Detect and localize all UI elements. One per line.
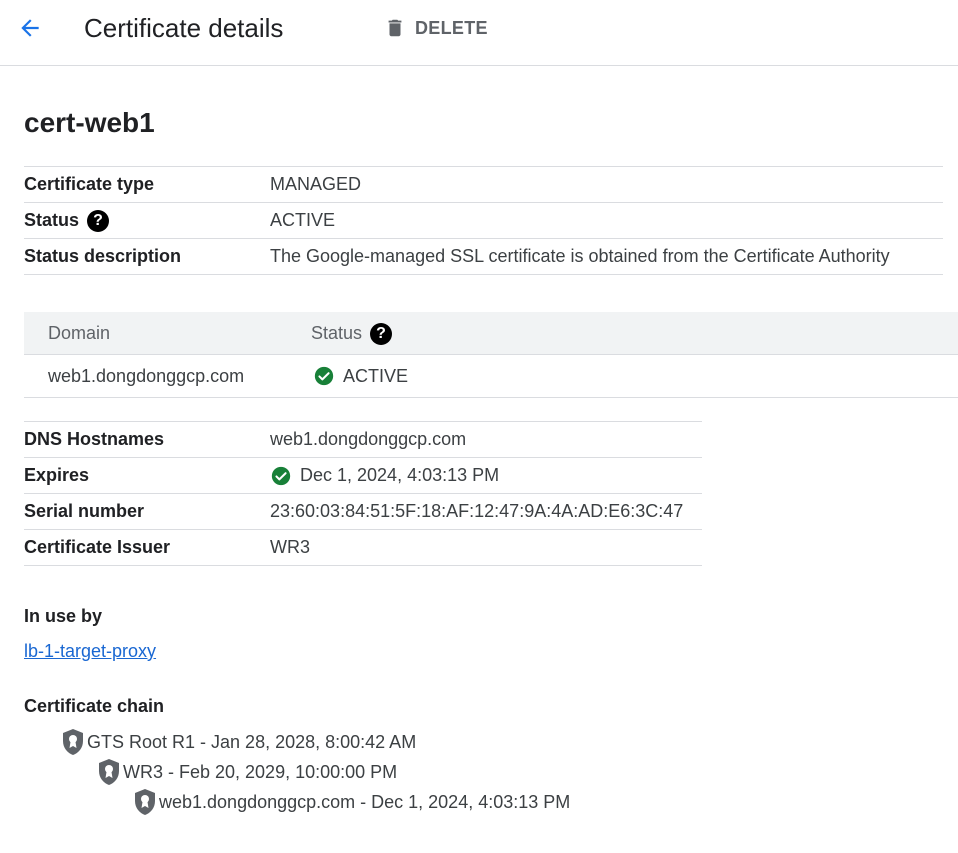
details-value: 23:60:03:84:51:5F:18:AF:12:47:9A:4A:AD:E… <box>270 501 684 521</box>
table-row: web1.dongdonggcp.com ACTIVE <box>24 355 958 397</box>
details-key: Serial number <box>24 501 145 521</box>
domain-table-header: Domain Status ? <box>24 312 958 355</box>
summary-key: Status ? <box>24 203 110 238</box>
delete-button-label: DELETE <box>415 17 488 38</box>
check-circle-icon <box>314 366 334 386</box>
target-proxy-link[interactable]: lb-1-target-proxy <box>24 641 156 662</box>
chain-item-label: web1.dongdonggcp.com - Dec 1, 2024, 4:03… <box>159 791 571 812</box>
expires-text: Dec 1, 2024, 4:03:13 PM <box>300 465 500 485</box>
details-key: DNS Hostnames <box>24 429 165 449</box>
details-key: Certificate Issuer <box>24 537 171 557</box>
summary-value: MANAGED <box>270 174 362 194</box>
trash-icon <box>388 19 402 37</box>
details-row-dns: DNS Hostnames web1.dongdonggcp.com <box>24 422 702 458</box>
column-header-status-label: Status <box>311 323 363 343</box>
cert-shield-icon <box>63 729 83 755</box>
domain-cell: web1.dongdonggcp.com <box>48 365 245 386</box>
summary-row-description: Status description The Google-managed SS… <box>24 239 943 275</box>
chain-item-root[interactable]: GTS Root R1 - Jan 28, 2028, 8:00:42 AM <box>61 728 416 756</box>
column-header-status: Status ? <box>311 312 393 355</box>
details-row-expires: Expires Dec 1, 2024, 4:03:13 PM <box>24 458 702 494</box>
summary-row-status: Status ? ACTIVE <box>24 203 943 239</box>
status-cell: ACTIVE <box>313 355 408 397</box>
back-button[interactable] <box>14 12 46 44</box>
cert-shield-icon <box>135 789 155 815</box>
page-title: Certificate details <box>84 13 284 43</box>
summary-value: The Google-managed SSL certificate is ob… <box>270 246 890 266</box>
summary-key: Status description <box>24 246 182 266</box>
details-row-serial: Serial number 23:60:03:84:51:5F:18:AF:12… <box>24 494 702 530</box>
cert-shield-icon <box>99 759 119 785</box>
status-cell-text: ACTIVE <box>343 365 409 386</box>
domain-table: Domain Status ? web1.dongdonggcp.com ACT… <box>24 312 958 398</box>
certificate-chain-label: Certificate chain <box>24 696 165 716</box>
summary-row-type: Certificate type MANAGED <box>24 167 943 203</box>
details-value: web1.dongdonggcp.com <box>270 429 467 449</box>
in-use-by-label: In use by <box>24 606 103 626</box>
summary-value: ACTIVE <box>270 210 336 230</box>
summary-key: Certificate type <box>24 174 155 194</box>
summary-key-label: Status <box>24 210 80 230</box>
chain-item-label: WR3 - Feb 20, 2029, 10:00:00 PM <box>123 761 398 782</box>
chain-item-leaf[interactable]: web1.dongdonggcp.com - Dec 1, 2024, 4:03… <box>133 788 570 816</box>
column-header-domain: Domain <box>48 323 111 343</box>
details-value: Dec 1, 2024, 4:03:13 PM <box>270 458 499 493</box>
help-circle-icon[interactable]: ? <box>87 209 110 232</box>
help-circle-icon[interactable]: ? <box>370 322 393 345</box>
details-value: WR3 <box>270 537 310 557</box>
summary-table: Certificate type MANAGED Status ? ACTIVE… <box>24 166 943 275</box>
details-table: DNS Hostnames web1.dongdonggcp.com Expir… <box>24 421 702 566</box>
chain-item-intermediate[interactable]: WR3 - Feb 20, 2029, 10:00:00 PM <box>97 758 397 786</box>
check-circle-icon <box>271 466 291 485</box>
chain-item-label: GTS Root R1 - Jan 28, 2028, 8:00:42 AM <box>87 731 417 752</box>
details-row-issuer: Certificate Issuer WR3 <box>24 530 702 566</box>
certificate-name: cert-web1 <box>24 107 155 138</box>
arrow-back-icon <box>21 19 39 37</box>
delete-button[interactable]: DELETE <box>384 14 488 42</box>
page-header: Certificate details DELETE <box>0 0 958 66</box>
details-key: Expires <box>24 465 90 485</box>
